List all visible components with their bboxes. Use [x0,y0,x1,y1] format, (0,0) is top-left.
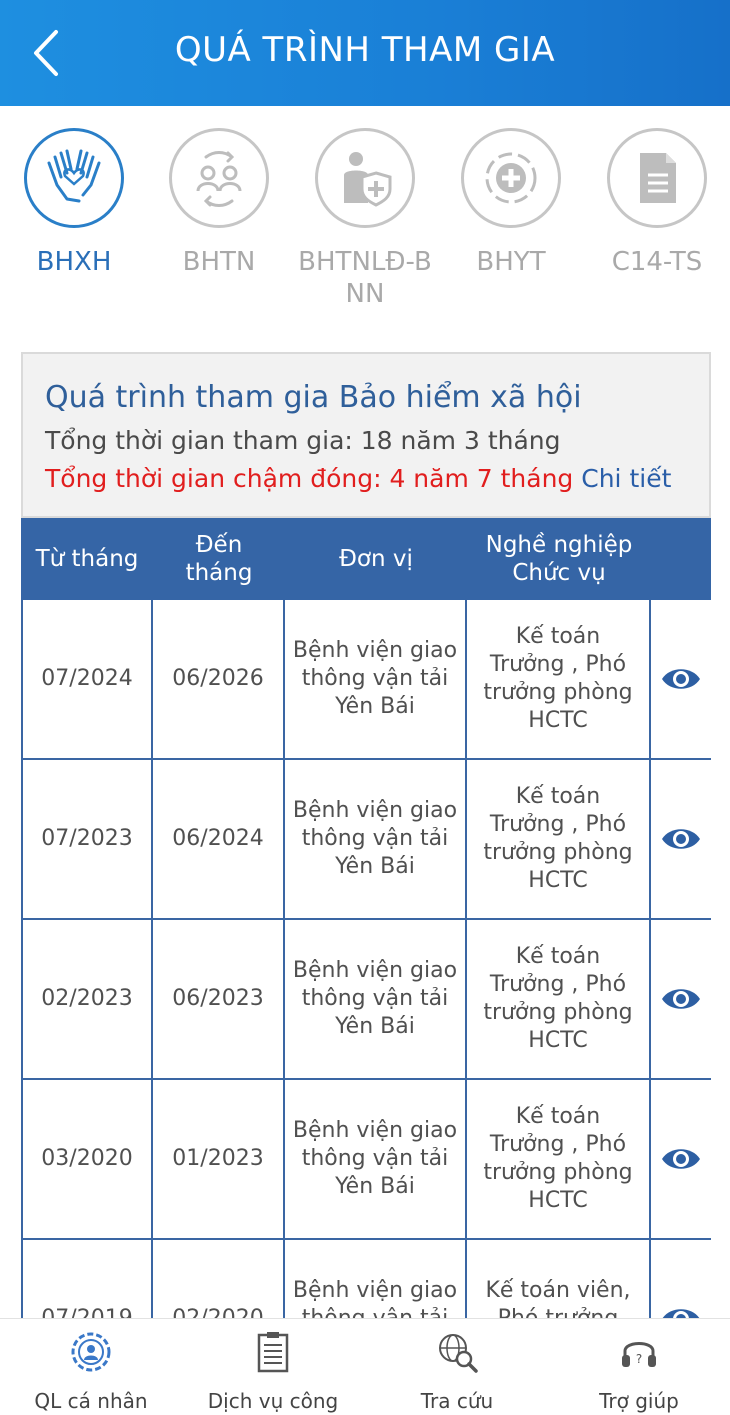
tab-bhtnld-bnn[interactable]: BHTNLĐ-B NN [295,128,435,310]
clipboard-icon [257,1332,289,1373]
eye-icon[interactable] [660,1144,702,1174]
eye-icon[interactable] [660,984,702,1014]
table-row: 02/2023 06/2023 Bệnh viện giao thông vận tả… [21,920,711,1080]
cell-job: Kế toán Trưởng , Phó trưởng phòng HCTC [467,760,651,918]
cell-to: 01/2023 [153,1080,285,1238]
cell-from: 07/2019 [21,1240,153,1318]
tab-bhyt[interactable]: BHYT [441,128,581,278]
svg-text:?: ? [636,1352,642,1366]
cell-to: 02/2020 [153,1240,285,1318]
nav-help[interactable]: ? Trợ giúp [548,1329,730,1413]
user-gear-icon [71,1332,111,1372]
cell-job: Kế toán Trưởng , Phó trưởng phòng HCTC [467,1080,651,1238]
cell-view [651,1080,711,1238]
worker-shield-icon [344,152,392,207]
cell-from: 03/2020 [21,1080,153,1238]
cell-unit: Bệnh viện giaothông vận tảiYên Bái [285,1080,467,1238]
cell-unit: Bệnh viện giaothông vận tảiYên Bái [285,920,467,1078]
hands-heart-icon [47,149,101,203]
eye-icon[interactable] [660,824,702,854]
cell-to: 06/2024 [153,760,285,918]
insurance-type-tabs: BHXH BHTN BHTNLĐ-B NN BHYT C14-TS [0,106,730,346]
tab-bhxh[interactable]: BHXH [4,128,144,278]
tab-label: C14-TS [611,247,703,277]
medical-cross-icon [485,152,537,204]
app-header: QUÁ TRÌNH THAM GIA [0,0,730,106]
cell-from: 07/2023 [21,760,153,918]
page-title: QUÁ TRÌNH THAM GIA [174,30,556,70]
screen: QUÁ TRÌNH THAM GIA BHXH BHTN BHTNLĐ-B NN… [0,0,730,1415]
tab-bhtn[interactable]: BHTN [149,128,289,278]
table-row: 03/2020 01/2023 Bệnh viện giao thông vận tả… [21,1080,711,1240]
table-row: 07/201902/2020Bệnh viện giaothông vận tả… [21,1240,711,1318]
participation-table: Từ tháng Đến tháng Đơn vị Nghề nghiệp Chức… [21,518,711,1318]
cell-to: 06/2023 [153,920,285,1078]
cell-job: Kế toán Trưởng , Phó trưởng phòng HCTC [467,600,651,758]
eye-icon[interactable] [660,664,702,694]
table-header: Từ tháng Đến tháng Đơn vị Nghề nghiệp Chức… [21,518,711,600]
eye-icon[interactable] [660,1304,702,1318]
document-icon [640,153,676,203]
total-duration: Tổng thời gian tham gia: 18 năm 3 tháng [45,426,561,455]
summary-title: Quá trình tham gia Bảo hiểm xã hội [45,380,582,415]
cell-unit: Bệnh viện giaothông vận tảiYên Bái [285,760,467,918]
tab-label: BHXH [36,247,112,277]
tab-label: BHTNLĐ-B NN [298,247,432,309]
nav-lookup[interactable]: Tra cứu [366,1329,548,1413]
cell-view [651,1240,711,1318]
cell-from: 07/2024 [21,600,153,758]
header-unit: Đơn vị [339,546,413,572]
late-duration: Tổng thời gian chậm đóng: 4 năm 7 tháng … [45,464,672,493]
cell-job: Kế toán Trưởng , Phó trưởng phòng HCTC [467,920,651,1078]
cell-to: 06/2026 [153,600,285,758]
cell-unit: Bệnh viện giaothông vận tảiYên Bái [285,1240,467,1318]
detail-link[interactable]: Chi tiết [581,464,671,493]
table-row: 07/2024 06/2026 Bệnh viện giao thông vận tả… [21,600,711,760]
summary-card: Quá trình tham gia Bảo hiểm xã hội Tổng … [21,352,711,518]
header-job: Nghề nghiệp Chức vụ [485,532,633,586]
tab-label: BHYT [476,247,546,277]
globe-search-icon [439,1334,478,1373]
header-to: Đến tháng [185,532,253,586]
tab-label: BHTN [182,247,256,277]
header-from: Từ tháng [35,546,139,572]
cell-view [651,920,711,1078]
headset-icon: ? [622,1342,656,1367]
cell-job: Kế toán viên,Phó trưởngphòng HCTC [467,1240,651,1318]
cell-from: 02/2023 [21,920,153,1078]
cell-unit: Bệnh viện giaothông vận tảiYên Bái [285,600,467,758]
people-exchange-icon [196,151,242,207]
tab-c14-ts[interactable]: C14-TS [587,128,727,278]
cell-view [651,600,711,758]
cell-view [651,760,711,918]
bottom-navigation: QL cá nhân Dịch vụ công Tra cứu ? Trợ gi… [0,1318,730,1415]
nav-public-service[interactable]: Dịch vụ công [182,1329,364,1413]
table-row: 07/2023 06/2024 Bệnh viện giao thông vận tả… [21,760,711,920]
nav-personal[interactable]: QL cá nhân [0,1329,182,1413]
